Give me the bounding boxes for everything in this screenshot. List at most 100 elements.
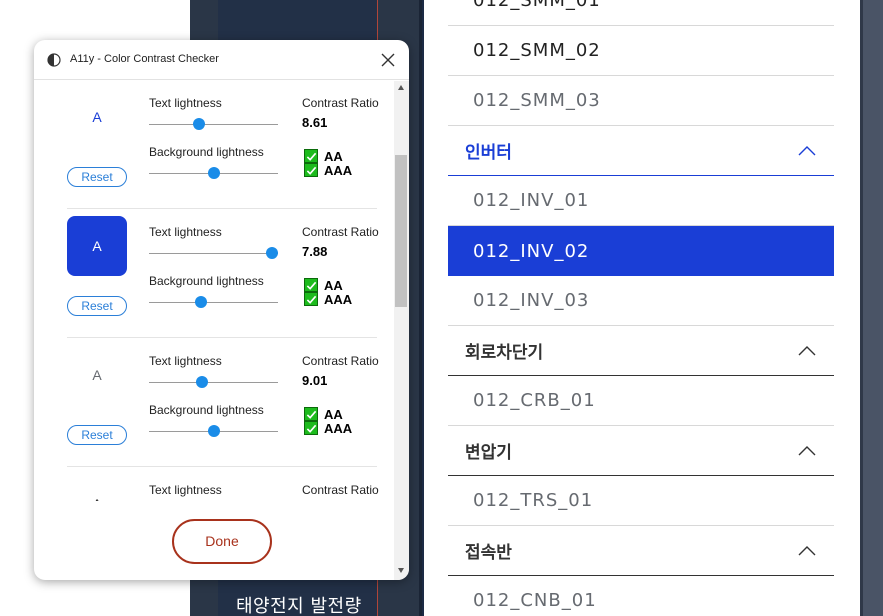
- scrollbar[interactable]: [394, 81, 409, 580]
- compliance-label: AAA: [324, 420, 353, 436]
- aa-status: AA: [304, 406, 343, 422]
- checkmark-icon: [306, 281, 316, 290]
- group-header-label: 접속반: [465, 543, 512, 563]
- aa-status: AA: [304, 148, 343, 164]
- chevron-up-icon[interactable]: [798, 345, 816, 357]
- group-header[interactable]: 접속반: [448, 526, 834, 576]
- text-lightness-label: Text lightness: [149, 483, 222, 497]
- contrast-ratio-label: Contrast Ratio: [302, 96, 379, 110]
- text-lightness-slider[interactable]: [149, 118, 278, 130]
- compliance-label: AA: [324, 148, 343, 164]
- checkbox-checked: [304, 163, 318, 177]
- solar-generation-label: 태양전지 발전량: [236, 596, 362, 616]
- checkmark-icon: [306, 410, 316, 419]
- done-button[interactable]: Done: [172, 519, 272, 564]
- list-item[interactable]: 012_INV_01: [448, 176, 834, 226]
- list-item-label: 012_TRS_01: [473, 490, 594, 511]
- chevron-up-icon[interactable]: [798, 445, 816, 457]
- checkmark-icon: [306, 295, 316, 304]
- text-lightness-label: Text lightness: [149, 225, 222, 239]
- close-icon[interactable]: [380, 52, 396, 68]
- list-item[interactable]: 012_TRS_01: [448, 476, 834, 526]
- background-lightness-label: Background lightness: [149, 274, 264, 288]
- checkbox-checked: [304, 149, 318, 163]
- background-lightness-label: Background lightness: [149, 403, 264, 417]
- compliance-label: AA: [324, 406, 343, 422]
- contrast-ratio-value: 8.61: [302, 115, 328, 130]
- text-lightness-label: Text lightness: [149, 354, 222, 368]
- slider-handle[interactable]: [207, 425, 220, 437]
- slider-handle[interactable]: [195, 376, 208, 388]
- group-header[interactable]: 인버터: [448, 126, 834, 176]
- contrast-ratio-value: 9.01: [302, 373, 328, 388]
- contrast-entry: A Reset Text lightness Background lightness…: [67, 81, 379, 209]
- list-item[interactable]: 012_INV_02: [448, 226, 834, 276]
- list-item-label: 012_INV_03: [473, 290, 590, 311]
- list-item[interactable]: 012_INV_03: [448, 276, 834, 326]
- checkbox-checked: [304, 407, 318, 421]
- sample-swatch: A: [67, 87, 127, 147]
- checkbox-checked: [304, 278, 318, 292]
- list-item[interactable]: 012_CNB_01: [448, 576, 834, 616]
- scrollbar-thumb[interactable]: [395, 155, 407, 307]
- list-item-label: 012_SMM_03: [473, 90, 601, 111]
- list-item[interactable]: 012_SMM_01: [448, 0, 834, 26]
- background-lightness-slider[interactable]: [149, 296, 278, 308]
- compliance-label: AA: [324, 277, 343, 293]
- background-lightness-slider[interactable]: [149, 167, 278, 179]
- background-lightness-label: Background lightness: [149, 145, 264, 159]
- scroll-up-icon[interactable]: [398, 85, 404, 90]
- list-item-label: 012_SMM_01: [473, 0, 601, 11]
- contrast-ratio-label: Contrast Ratio: [302, 225, 379, 239]
- text-lightness-slider[interactable]: [149, 376, 278, 388]
- group-header[interactable]: 변압기: [448, 426, 834, 476]
- contrast-entry: AResetText lightnessBackground lightness…: [67, 468, 379, 501]
- text-lightness-slider[interactable]: [149, 247, 278, 259]
- group-header[interactable]: 회로차단기: [448, 326, 834, 376]
- list-item[interactable]: 012_SMM_02: [448, 26, 834, 76]
- checkmark-icon: [306, 424, 316, 433]
- contrast-ratio-label: Contrast Ratio: [302, 354, 379, 368]
- compliance-label: AAA: [324, 291, 353, 307]
- slider-handle[interactable]: [207, 167, 220, 179]
- dialog-titlebar: A11y - Color Contrast Checker: [34, 40, 409, 80]
- sample-swatch: A: [67, 216, 127, 276]
- list-item-label: 012_CNB_01: [473, 590, 597, 611]
- contrast-ratio-value: 7.88: [302, 244, 328, 259]
- checkmark-icon: [306, 166, 316, 175]
- reset-button[interactable]: Reset: [67, 296, 127, 316]
- aaa-status: AAA: [304, 291, 353, 307]
- background-lightness-slider[interactable]: [149, 425, 278, 437]
- right-edge-panel: [860, 0, 883, 616]
- slider-handle[interactable]: [265, 247, 278, 259]
- contrast-entry: A Reset Text lightness Background lightness…: [67, 210, 379, 338]
- slider-handle[interactable]: [193, 118, 206, 130]
- compliance-label: AAA: [324, 162, 353, 178]
- group-header-label: 인버터: [465, 143, 512, 163]
- contrast-icon: [47, 53, 61, 67]
- sample-swatch: A: [67, 474, 127, 501]
- checkbox-checked: [304, 421, 318, 435]
- scroll-down-icon[interactable]: [398, 568, 404, 573]
- chevron-up-icon[interactable]: [798, 545, 816, 557]
- group-header-label: 변압기: [465, 443, 512, 463]
- dialog-title: A11y - Color Contrast Checker: [70, 53, 219, 65]
- text-lightness-label: Text lightness: [149, 96, 222, 110]
- checkmark-icon: [306, 152, 316, 161]
- aa-status: AA: [304, 277, 343, 293]
- contrast-entry: A Reset Text lightness Background lightness…: [67, 339, 379, 467]
- list-item[interactable]: 012_SMM_03: [448, 76, 834, 126]
- chevron-up-icon[interactable]: [798, 145, 816, 157]
- list-item-label: 012_CRB_01: [473, 390, 596, 411]
- entries-scroll-area[interactable]: A Reset Text lightness Background lightness…: [34, 81, 394, 501]
- list-item-label: 012_SMM_02: [473, 40, 601, 61]
- sample-swatch: A: [67, 345, 127, 405]
- reset-button[interactable]: Reset: [67, 425, 127, 445]
- aaa-status: AAA: [304, 162, 353, 178]
- reset-button[interactable]: Reset: [67, 167, 127, 187]
- list-item-label: 012_INV_01: [473, 190, 590, 211]
- slider-handle[interactable]: [194, 296, 207, 308]
- contrast-ratio-label: Contrast Ratio: [302, 483, 379, 497]
- color-contrast-checker-dialog: A11y - Color Contrast Checker A Reset Text…: [34, 40, 409, 580]
- list-item[interactable]: 012_CRB_01: [448, 376, 834, 426]
